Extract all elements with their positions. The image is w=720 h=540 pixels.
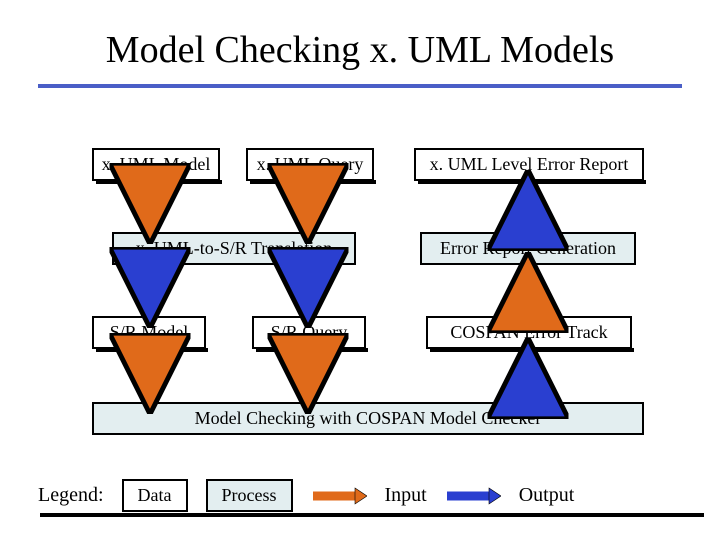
box-label: x. UML Query xyxy=(248,150,372,179)
box-sr-model: S/R Model xyxy=(92,316,206,349)
box-label: S/R Query xyxy=(254,318,364,347)
legend-data-label: Data xyxy=(138,485,172,505)
box-label: S/R Model xyxy=(94,318,204,347)
legend-input-label: Input xyxy=(385,484,427,507)
box-label: x. UML-to-S/R Translation xyxy=(114,234,354,263)
box-translation: x. UML-to-S/R Translation xyxy=(112,232,356,265)
box-cospan-track: COSPAN Error Track xyxy=(426,316,632,349)
legend-process-label: Process xyxy=(222,485,277,505)
box-xuml-error-report: x. UML Level Error Report xyxy=(414,148,644,181)
legend-input-arrow-icon xyxy=(311,486,367,506)
legend-data-box: Data xyxy=(122,479,188,512)
box-label: Error Report Generation xyxy=(422,234,634,263)
box-xuml-query: x. UML Query xyxy=(246,148,374,181)
legend-output-label: Output xyxy=(519,484,575,507)
box-error-gen: Error Report Generation xyxy=(420,232,636,265)
legend: Legend: Data Process Input Output xyxy=(38,479,700,512)
title-rule xyxy=(38,84,682,88)
box-label: x. UML Level Error Report xyxy=(416,150,642,179)
box-xuml-model: x. UML Model xyxy=(92,148,220,181)
box-label: Model Checking with COSPAN Model Checker xyxy=(94,404,642,433)
legend-process-box: Process xyxy=(206,479,293,512)
legend-label: Legend: xyxy=(38,484,104,507)
legend-output-arrow-icon xyxy=(445,486,501,506)
box-checker: Model Checking with COSPAN Model Checker xyxy=(92,402,644,435)
box-sr-query: S/R Query xyxy=(252,316,366,349)
slide-title: Model Checking x. UML Models xyxy=(0,0,720,84)
box-label: COSPAN Error Track xyxy=(428,318,630,347)
box-label: x. UML Model xyxy=(94,150,218,179)
